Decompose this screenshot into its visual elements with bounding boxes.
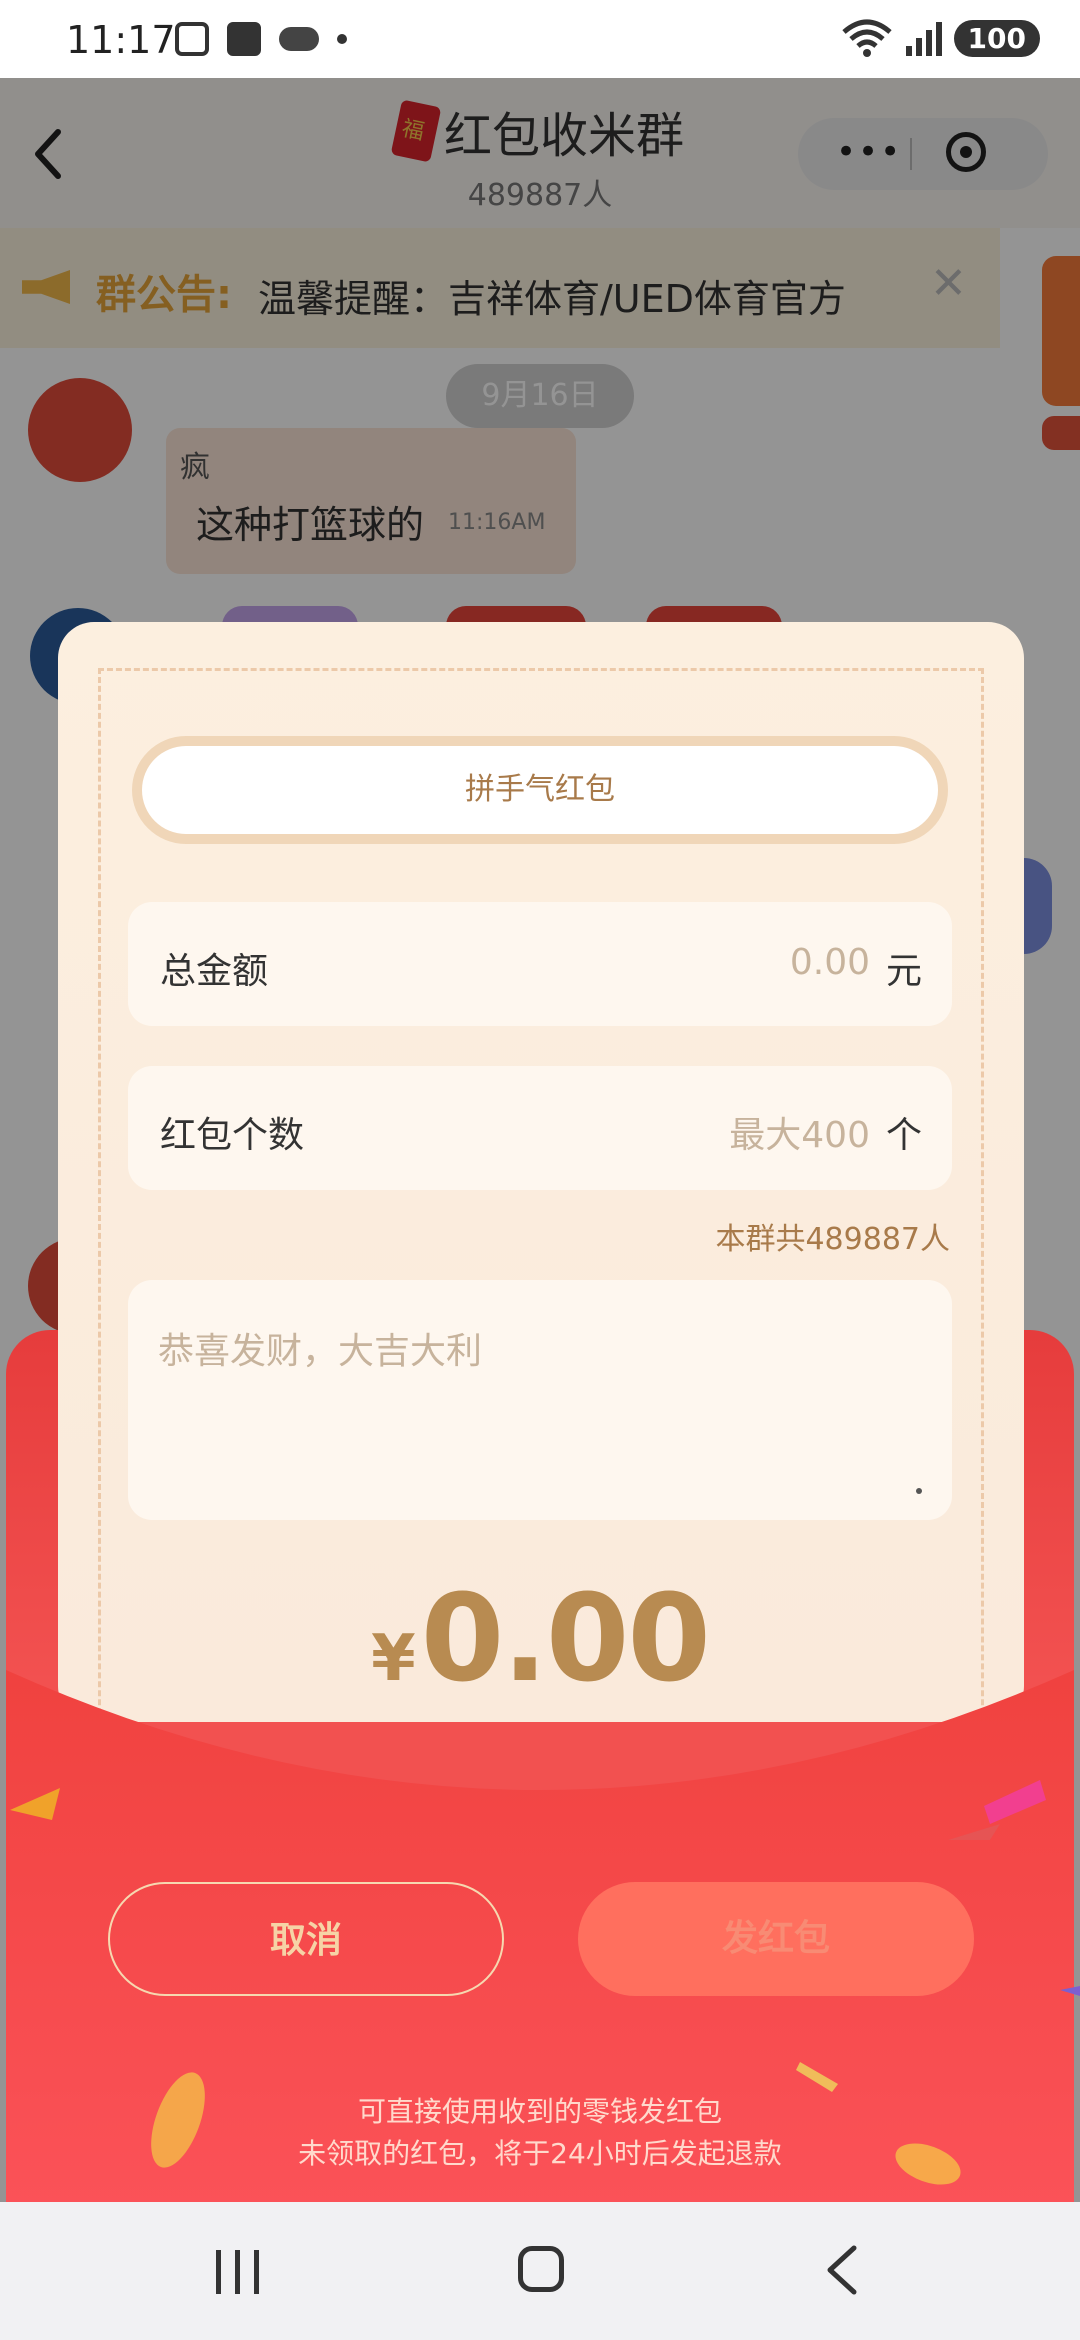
resize-handle-icon [916,1488,922,1494]
status-time: 11:17 [66,18,176,62]
media-icon [227,22,261,56]
notification-dot-icon [337,34,347,44]
packet-type-selector[interactable]: 拼手气红包 [132,736,948,844]
packet-type-label: 拼手气红包 [142,746,938,834]
packet-count-label: 红包个数 [160,1115,305,1156]
home-icon[interactable] [518,2246,564,2292]
system-back-icon[interactable] [818,2242,868,2298]
total-amount-input[interactable]: 0.00 [790,942,870,983]
recents-icon[interactable] [216,2250,259,2294]
status-icons-right: 100 [840,18,1040,58]
cancel-button[interactable]: 取消 [108,1882,504,1996]
packet-count-input[interactable]: 最大400 [729,1106,870,1158]
send-red-packet-button[interactable]: 发红包 [578,1882,974,1996]
system-navigation-bar [0,2202,1080,2340]
status-bar: 11:17 100 [0,0,1080,78]
blessing-placeholder: 恭喜发财，大吉大利 [158,1331,483,1372]
group-members-hint: 本群共489887人 [715,1222,950,1257]
footer-note-balance: 可直接使用收到的零钱发红包 [357,2095,722,2128]
cloud-icon [279,27,319,51]
total-amount-unit: 元 [885,951,922,992]
total-amount-label: 总金额 [160,951,269,992]
total-amount-field[interactable]: 总金额 0.00 元 [128,902,952,1026]
packet-count-unit: 个 [885,1115,922,1156]
footer-note-refund: 未领取的红包，将于24小时后发起退款 [298,2137,782,2170]
battery-indicator: 100 [953,19,1040,57]
signal-icon [905,20,942,56]
status-icons-left [175,22,347,56]
blessing-message-input[interactable]: 恭喜发财，大吉大利 [128,1280,952,1520]
packet-count-field[interactable]: 红包个数 最大400 个 [128,1066,952,1190]
screenshot-icon [175,22,209,56]
wifi-icon [841,19,892,57]
